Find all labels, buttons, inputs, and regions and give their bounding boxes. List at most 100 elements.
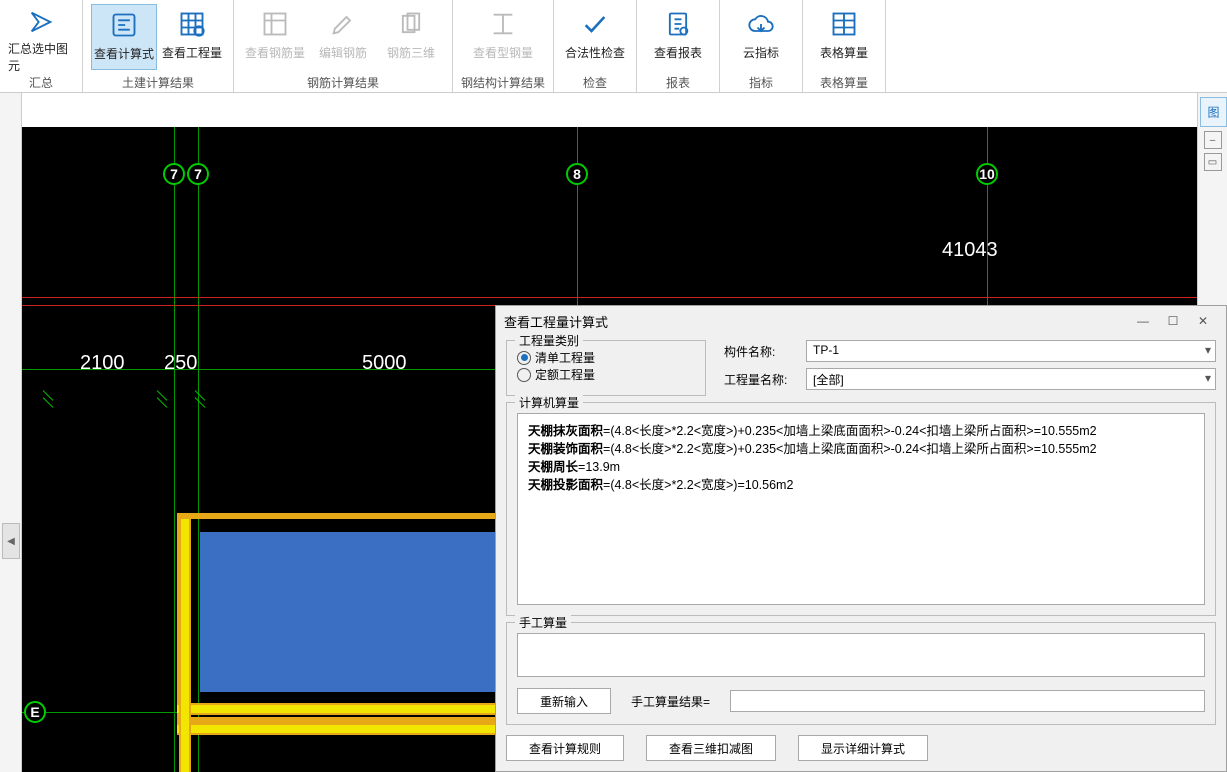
ribbon-rebar-3d-button: 钢筋三维	[378, 4, 444, 70]
dim-tick	[155, 395, 169, 409]
grid-bubble: 7	[187, 163, 209, 185]
manual-result-label: 手工算量结果=	[631, 693, 710, 710]
collapse-left-icon[interactable]: ◀	[2, 523, 20, 559]
radio-quota-quantity[interactable]: 定额工程量	[517, 366, 595, 383]
cloud-icon	[745, 8, 777, 40]
show-detail-button[interactable]: 显示详细计算式	[798, 735, 928, 761]
ribbon-group-label: 表格算量	[820, 70, 868, 95]
dialog-titlebar[interactable]: 查看工程量计算式 — ☐ ✕	[496, 306, 1226, 336]
mini-box-1[interactable]: –	[1204, 131, 1222, 149]
ribbon-group: 云指标指标	[720, 0, 803, 92]
right-tab[interactable]: 图	[1200, 97, 1227, 127]
ribbon-btn-label: 查看钢筋量	[245, 44, 305, 61]
ribbon-check-button[interactable]: 合法性检查	[562, 4, 628, 70]
calc-line: 天棚装饰面积=(4.8<长度>*2.2<宽度>)+0.235<加墙上梁底面面积>…	[528, 440, 1194, 458]
redline	[22, 297, 1197, 298]
ribbon-group-label: 钢结构计算结果	[461, 70, 545, 95]
calc-line-formula: =(4.8<长度>*2.2<宽度>)=10.56m2	[603, 478, 793, 492]
manual-result-field[interactable]	[730, 690, 1205, 712]
ribbon-cloud-button[interactable]: 云指标	[728, 4, 794, 70]
mini-box-2[interactable]: ▭	[1204, 153, 1222, 171]
sum-icon	[25, 8, 57, 36]
computer-calc-text[interactable]: 天棚抹灰面积=(4.8<长度>*2.2<宽度>)+0.235<加墙上梁底面面积>…	[517, 413, 1205, 605]
calc-line: 天棚投影面积=(4.8<长度>*2.2<宽度>)=10.56m2	[528, 476, 1194, 494]
report-icon	[662, 8, 694, 40]
category-fieldset: 工程量类别 清单工程量 定额工程量	[506, 340, 706, 396]
calc-line-formula: =13.9m	[578, 460, 620, 474]
ribbon-btn-label: 云指标	[743, 44, 779, 61]
quantity-select[interactable]: [全部]	[806, 368, 1216, 390]
reenter-button[interactable]: 重新输入	[517, 688, 611, 714]
calc-line: 天棚抹灰面积=(4.8<长度>*2.2<宽度>)+0.235<加墙上梁底面面积>…	[528, 422, 1194, 440]
formula-icon	[108, 9, 140, 41]
grid-bubble: 8	[566, 163, 588, 185]
quantity-name-label: 工程量名称:	[724, 371, 796, 388]
component-name-label: 构件名称:	[724, 343, 796, 360]
ribbon-btn-label: 编辑钢筋	[319, 44, 367, 61]
ribbon-group: 表格算量表格算量	[803, 0, 886, 92]
gridline-vertical	[174, 127, 175, 772]
calc-line-name: 天棚装饰面积	[528, 442, 603, 456]
ribbon-table-button[interactable]: 表格算量	[811, 4, 877, 70]
radio-list-quantity[interactable]: 清单工程量	[517, 349, 595, 366]
ribbon-group: 查看报表报表	[637, 0, 720, 92]
ribbon-quantity-button[interactable]: 查看工程量	[159, 4, 225, 70]
grid-bubble: E	[24, 701, 46, 723]
dialog-title: 查看工程量计算式	[504, 312, 1128, 331]
radio-dot-icon	[517, 351, 531, 365]
calc-line-name: 天棚抹灰面积	[528, 424, 603, 438]
quantity-icon	[176, 8, 208, 40]
ribbon-group-label: 指标	[749, 70, 773, 95]
ribbon-btn-label: 查看计算式	[94, 45, 154, 62]
ribbon-btn-label: 查看工程量	[162, 44, 222, 61]
rebar-qty-icon	[259, 8, 291, 40]
ribbon-steel-button: 查看型钢量	[470, 4, 536, 70]
beam	[179, 519, 191, 772]
ribbon-btn-label: 合法性检查	[565, 44, 625, 61]
category-legend: 工程量类别	[515, 332, 583, 349]
computer-calc-legend: 计算机算量	[515, 394, 583, 411]
beam	[177, 703, 517, 715]
check-icon	[579, 8, 611, 40]
view-rules-button[interactable]: 查看计算规则	[506, 735, 624, 761]
close-icon[interactable]: ✕	[1188, 311, 1218, 331]
manual-calc-input[interactable]	[517, 633, 1205, 677]
view-3d-deduct-button[interactable]: 查看三维扣减图	[646, 735, 776, 761]
radio-dot-icon	[517, 368, 531, 382]
table-icon	[828, 8, 860, 40]
ribbon-btn-label: 表格算量	[820, 44, 868, 61]
slab-fill[interactable]	[200, 532, 510, 692]
dimension-text: 2100	[80, 352, 125, 375]
minimize-icon[interactable]: —	[1128, 311, 1158, 331]
ribbon-group-label: 汇总	[29, 70, 53, 95]
calc-line-formula: =(4.8<长度>*2.2<宽度>)+0.235<加墙上梁底面面积>-0.24<…	[603, 442, 1097, 456]
calc-line-name: 天棚周长	[528, 460, 578, 474]
ribbon-btn-label: 查看报表	[654, 44, 702, 61]
ribbon-group: 查看型钢量钢结构计算结果	[453, 0, 554, 92]
ribbon-group-label: 土建计算结果	[122, 70, 194, 95]
beam	[177, 723, 517, 735]
ribbon-formula-button[interactable]: 查看计算式	[91, 4, 157, 70]
manual-calc-fieldset: 手工算量 重新输入 手工算量结果=	[506, 622, 1216, 725]
component-select[interactable]: TP-1	[806, 340, 1216, 362]
dimension-text: 5000	[362, 352, 407, 375]
maximize-icon[interactable]: ☐	[1158, 311, 1188, 331]
ribbon-group: 合法性检查检查	[554, 0, 637, 92]
ribbon-group-label: 检查	[583, 70, 607, 95]
ribbon-group-label: 钢筋计算结果	[307, 70, 379, 95]
calculation-dialog: 查看工程量计算式 — ☐ ✕ 工程量类别 清单工程量 定额工程量 构件名称: T	[495, 305, 1227, 772]
ribbon-btn-label: 钢筋三维	[387, 44, 435, 61]
dim-tick	[41, 395, 55, 409]
ribbon-report-button[interactable]: 查看报表	[645, 4, 711, 70]
computer-calc-fieldset: 计算机算量 天棚抹灰面积=(4.8<长度>*2.2<宽度>)+0.235<加墙上…	[506, 402, 1216, 616]
rebar-3d-icon	[395, 8, 427, 40]
ribbon: 汇总选中图元汇总 查看计算式查看工程量土建计算结果 查看钢筋量编辑钢筋 钢筋三维钢筋计…	[0, 0, 1227, 93]
ribbon-sum-button[interactable]: 汇总选中图元	[8, 4, 74, 70]
ribbon-rebar-qty-button: 查看钢筋量	[242, 4, 308, 70]
dimension-text: 250	[164, 352, 197, 375]
steel-icon	[487, 8, 519, 40]
grid-bubble: 7	[163, 163, 185, 185]
ribbon-group: 查看钢筋量编辑钢筋 钢筋三维钢筋计算结果	[234, 0, 453, 92]
dim-tick	[193, 395, 207, 409]
manual-calc-legend: 手工算量	[515, 614, 571, 631]
